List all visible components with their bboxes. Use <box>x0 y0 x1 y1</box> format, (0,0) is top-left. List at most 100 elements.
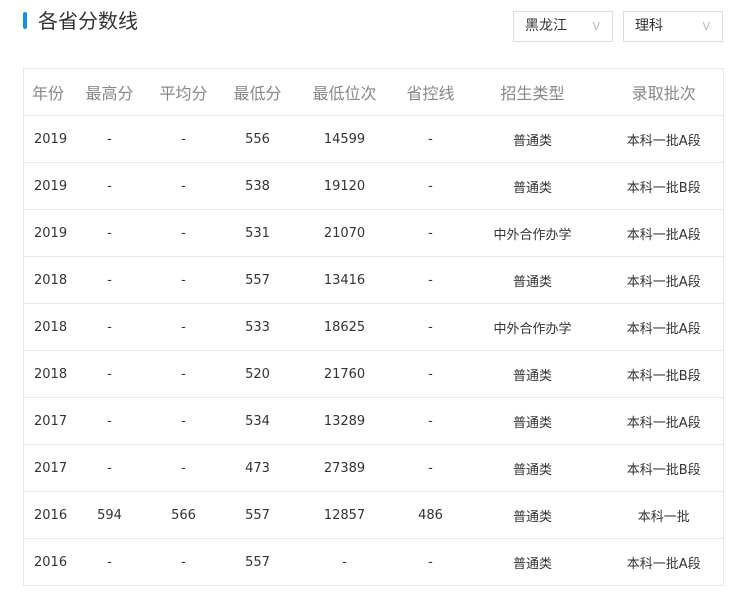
cell-min-score: 557 <box>226 256 289 304</box>
province-select[interactable]: 黑龙江 V <box>513 11 613 42</box>
cell-avg-score: - <box>140 444 227 492</box>
table-row: 2016 594 566 557 12857 486 普通类 本科一批 <box>23 491 724 539</box>
cell-min-score: 538 <box>226 162 289 210</box>
cell-max-score: - <box>78 397 141 445</box>
cell-min-rank: 21760 <box>288 350 401 398</box>
cell-batch: 本科一批A段 <box>604 209 724 257</box>
header-year: 年份 <box>23 68 79 116</box>
cell-batch: 本科一批A段 <box>604 538 724 586</box>
cell-avg-score: - <box>140 115 227 163</box>
subject-value: 理科 <box>635 18 663 34</box>
cell-control-line: - <box>400 162 461 210</box>
cell-enroll-type: 普通类 <box>460 256 605 304</box>
cell-min-score: 533 <box>226 303 289 351</box>
table-header: 年份 最高分 平均分 最低分 最低位次 省控线 招生类型 录取批次 <box>23 68 724 116</box>
cell-year: 2017 <box>23 397 79 445</box>
cell-year: 2018 <box>23 256 79 304</box>
cell-max-score: 594 <box>78 491 141 539</box>
header-batch: 录取批次 <box>604 68 724 116</box>
header-min-rank: 最低位次 <box>288 68 401 116</box>
cell-enroll-type: 普通类 <box>460 538 605 586</box>
cell-year: 2016 <box>23 538 79 586</box>
cell-min-rank: 18625 <box>288 303 401 351</box>
table-row: 2018- -520 21760- 普通类 本科一批B段 <box>23 350 724 398</box>
cell-batch: 本科一批A段 <box>604 256 724 304</box>
table-row: 2019- -538 19120- 普通类 本科一批B段 <box>23 162 724 210</box>
header-enroll-type: 招生类型 <box>460 68 605 116</box>
cell-max-score: - <box>78 209 141 257</box>
cell-control-line: - <box>400 350 461 398</box>
cell-year: 2019 <box>23 115 79 163</box>
cell-enroll-type: 中外合作办学 <box>460 209 605 257</box>
cell-enroll-type: 普通类 <box>460 397 605 445</box>
cell-control-line: - <box>400 538 461 586</box>
cell-max-score: - <box>78 538 141 586</box>
cell-max-score: - <box>78 162 141 210</box>
cell-min-rank: 14599 <box>288 115 401 163</box>
header-min-score: 最低分 <box>226 68 289 116</box>
table-row: 2018- -533 18625- 中外合作办学 本科一批A段 <box>23 303 724 351</box>
cell-max-score: - <box>78 256 141 304</box>
table-row: 2018- -557 13416- 普通类 本科一批A段 <box>23 256 724 304</box>
cell-control-line: - <box>400 397 461 445</box>
cell-enroll-type: 普通类 <box>460 115 605 163</box>
cell-avg-score: 566 <box>140 491 227 539</box>
chevron-down-icon: V <box>702 20 710 33</box>
chevron-down-icon: V <box>592 20 600 33</box>
cell-min-rank: 21070 <box>288 209 401 257</box>
cell-min-score: 556 <box>226 115 289 163</box>
cell-batch: 本科一批A段 <box>604 303 724 351</box>
cell-avg-score: - <box>140 256 227 304</box>
cell-min-score: 534 <box>226 397 289 445</box>
cell-control-line: - <box>400 209 461 257</box>
table-row: 2016- -557- - 普通类 本科一批A段 <box>23 538 724 586</box>
cell-enroll-type: 普通类 <box>460 444 605 492</box>
cell-batch: 本科一批 <box>604 491 724 539</box>
cell-control-line: - <box>400 256 461 304</box>
cell-avg-score: - <box>140 397 227 445</box>
page-title: 各省分数线 <box>38 9 138 33</box>
cell-batch: 本科一批A段 <box>604 115 724 163</box>
header-control-line: 省控线 <box>400 68 461 116</box>
header-max-score: 最高分 <box>78 68 141 116</box>
cell-max-score: - <box>78 303 141 351</box>
cell-avg-score: - <box>140 350 227 398</box>
cell-min-score: 557 <box>226 491 289 539</box>
table-row: 2017- -473 27389- 普通类 本科一批B段 <box>23 444 724 492</box>
cell-min-rank: 27389 <box>288 444 401 492</box>
cell-min-score: 531 <box>226 209 289 257</box>
cell-year: 2018 <box>23 350 79 398</box>
title-accent-bar <box>23 12 27 29</box>
cell-avg-score: - <box>140 303 227 351</box>
cell-avg-score: - <box>140 538 227 586</box>
cell-year: 2019 <box>23 162 79 210</box>
cell-year: 2018 <box>23 303 79 351</box>
cell-min-score: 473 <box>226 444 289 492</box>
cell-max-score: - <box>78 350 141 398</box>
cell-min-rank: 12857 <box>288 491 401 539</box>
cell-enroll-type: 普通类 <box>460 162 605 210</box>
cell-min-score: 520 <box>226 350 289 398</box>
cell-min-rank: 13289 <box>288 397 401 445</box>
cell-avg-score: - <box>140 209 227 257</box>
cell-max-score: - <box>78 444 141 492</box>
cell-avg-score: - <box>140 162 227 210</box>
cell-min-rank: 19120 <box>288 162 401 210</box>
cell-enroll-type: 普通类 <box>460 491 605 539</box>
table-row: 2017- -534 13289- 普通类 本科一批A段 <box>23 397 724 445</box>
cell-min-rank: - <box>288 538 401 586</box>
cell-batch: 本科一批B段 <box>604 444 724 492</box>
cell-control-line: - <box>400 115 461 163</box>
cell-control-line: 486 <box>400 491 461 539</box>
cell-enroll-type: 普通类 <box>460 350 605 398</box>
cell-batch: 本科一批B段 <box>604 350 724 398</box>
cell-min-rank: 13416 <box>288 256 401 304</box>
score-table: 年份 最高分 平均分 最低分 最低位次 省控线 招生类型 录取批次 2019- -556 1459… <box>23 68 724 586</box>
header-avg-score: 平均分 <box>140 68 227 116</box>
subject-select[interactable]: 理科 V <box>623 11 723 42</box>
province-value: 黑龙江 <box>525 18 567 34</box>
cell-year: 2016 <box>23 491 79 539</box>
cell-batch: 本科一批A段 <box>604 397 724 445</box>
table-row: 2019- -556 14599- 普通类 本科一批A段 <box>23 115 724 163</box>
cell-year: 2019 <box>23 209 79 257</box>
